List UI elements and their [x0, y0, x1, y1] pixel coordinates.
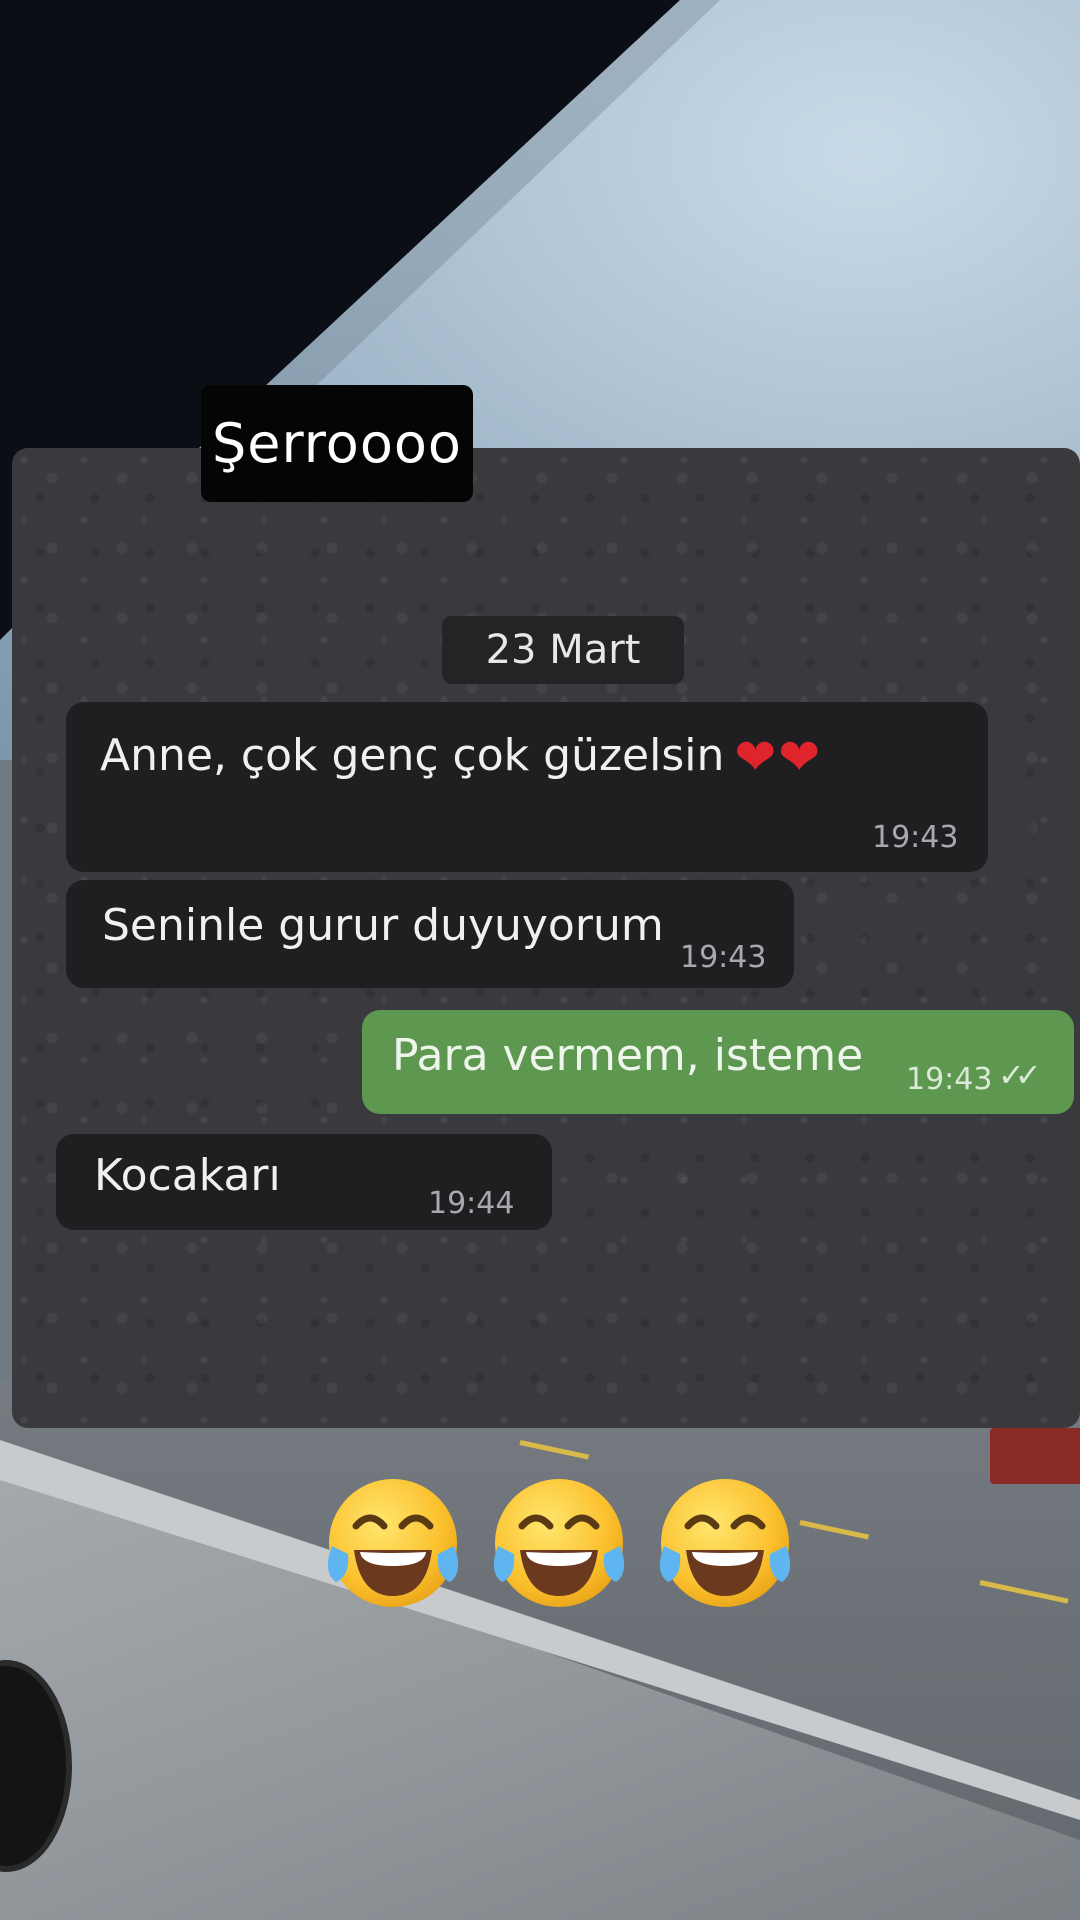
story-screen: 23 Mart Anne, çok genç çok güzelsin ❤❤ 19… — [0, 0, 1080, 1920]
double-check-icon: ✓✓ — [998, 1056, 1042, 1094]
emoji-sticker-row[interactable] — [318, 1468, 818, 1628]
message-time: 19:43 — [680, 940, 767, 975]
tears-of-joy-emoji-icon — [659, 1479, 791, 1607]
message-bubble-incoming[interactable]: Kocakarı 19:44 — [56, 1134, 552, 1230]
heart-emoji-icon: ❤❤ — [734, 728, 823, 786]
message-bubble-incoming[interactable]: Anne, çok genç çok güzelsin ❤❤ 19:43 — [66, 702, 988, 872]
message-text: Anne, çok genç çok güzelsin ❤❤ — [100, 728, 823, 786]
date-separator: 23 Mart — [442, 616, 684, 684]
background-truck — [990, 1428, 1080, 1484]
message-text: Kocakarı — [94, 1150, 281, 1201]
message-text: Seninle gurur duyuyorum — [102, 900, 664, 951]
tears-of-joy-emoji-icon — [327, 1479, 459, 1607]
message-time: 19:44 — [428, 1186, 515, 1221]
message-text: Para vermem, isteme — [392, 1030, 864, 1081]
tears-of-joy-emoji-icon — [493, 1479, 625, 1607]
message-time: 19:43 — [872, 820, 959, 855]
name-text-sticker[interactable]: Şerroooo — [201, 385, 473, 502]
message-bubble-incoming[interactable]: Seninle gurur duyuyorum 19:43 — [66, 880, 794, 988]
message-bubble-outgoing[interactable]: Para vermem, isteme 19:43 ✓✓ — [362, 1010, 1074, 1114]
message-time: 19:43 — [906, 1062, 993, 1097]
